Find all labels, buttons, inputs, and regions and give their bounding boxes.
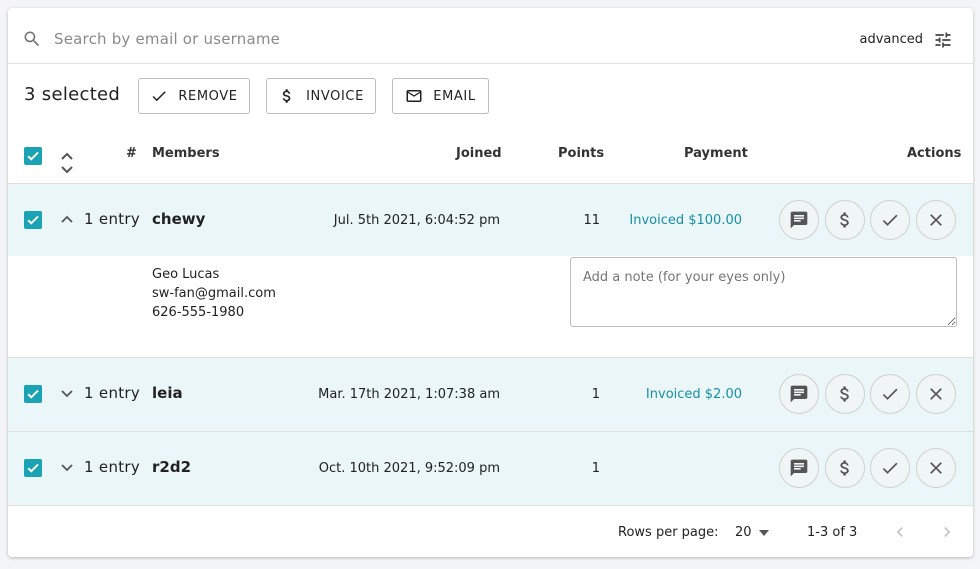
invoice-label: INVOICE xyxy=(306,88,364,104)
chevron-down-icon[interactable] xyxy=(59,386,75,402)
approve-button[interactable] xyxy=(870,448,910,488)
payment-status: Invoiced $100.00 xyxy=(629,213,742,228)
dollar-icon xyxy=(840,212,849,228)
pagination-bar: Rows per page: 20 1-3 of 3 xyxy=(8,505,973,557)
entry-count: 1 entry xyxy=(84,210,141,228)
dollar-icon xyxy=(840,460,849,476)
row-checkbox[interactable] xyxy=(24,459,42,477)
search-bar: Search by email or username advanced xyxy=(8,8,973,64)
comment-button[interactable] xyxy=(779,200,819,240)
chevron-down-icon[interactable] xyxy=(758,528,770,538)
header-actions: Actions xyxy=(907,146,962,161)
member-username: chewy xyxy=(152,210,206,228)
table-row[interactable]: 1 entry leia Mar. 17th 2021, 1:07:38 am … xyxy=(8,358,973,432)
check-icon xyxy=(27,151,39,161)
check-icon xyxy=(882,214,898,226)
comment-button[interactable] xyxy=(779,374,819,414)
entry-count: 1 entry xyxy=(84,458,141,476)
member-detail-panel: Geo Lucas sw-fan@gmail.com 626-555-1980 xyxy=(8,256,973,358)
dollar-icon xyxy=(840,386,849,402)
bulk-actions-toolbar: 3 selected REMOVE INVOICE EMAIL xyxy=(8,64,973,132)
close-icon xyxy=(930,462,942,474)
member-phone: 626-555-1980 xyxy=(152,305,245,320)
comment-button[interactable] xyxy=(779,448,819,488)
joined-date: Jul. 5th 2021, 6:04:52 pm xyxy=(333,213,500,228)
comment-icon xyxy=(790,385,808,403)
entry-count: 1 entry xyxy=(84,384,141,402)
email-label: EMAIL xyxy=(433,88,476,104)
check-icon xyxy=(27,389,39,399)
close-icon xyxy=(930,214,942,226)
chevron-up-icon[interactable] xyxy=(59,211,75,227)
header-number: # xyxy=(126,146,137,161)
check-icon xyxy=(882,388,898,400)
points-value: 1 xyxy=(591,387,600,402)
points-value: 11 xyxy=(583,213,600,228)
approve-button[interactable] xyxy=(870,374,910,414)
members-table-card: Search by email or username advanced 3 s… xyxy=(8,8,973,557)
row-checkbox[interactable] xyxy=(24,385,42,403)
joined-date: Oct. 10th 2021, 9:52:09 pm xyxy=(318,461,500,476)
table-row[interactable]: 1 entry chewy Jul. 5th 2021, 6:04:52 pm … xyxy=(8,184,973,256)
remove-label: REMOVE xyxy=(178,88,238,104)
member-username: r2d2 xyxy=(152,458,192,476)
selected-count: 3 selected xyxy=(24,84,121,105)
member-full-name: Geo Lucas xyxy=(152,267,220,282)
page-range: 1-3 of 3 xyxy=(807,525,858,540)
row-checkbox[interactable] xyxy=(24,211,42,229)
header-joined: Joined xyxy=(456,146,502,161)
search-input[interactable]: Search by email or username xyxy=(54,30,280,48)
close-icon xyxy=(930,388,942,400)
dollar-icon xyxy=(282,89,291,103)
note-field[interactable] xyxy=(570,257,957,327)
comment-icon xyxy=(790,211,808,229)
select-all-checkbox[interactable] xyxy=(24,147,42,165)
check-icon xyxy=(27,215,39,225)
invoice-action-button[interactable] xyxy=(825,374,865,414)
rows-per-page-label: Rows per page: xyxy=(618,525,719,540)
reject-button[interactable] xyxy=(916,200,956,240)
sort-icon[interactable] xyxy=(58,151,76,175)
check-icon xyxy=(882,462,898,474)
table-header: # Members Joined Points Payment Actions xyxy=(8,132,973,184)
table-row[interactable]: 1 entry r2d2 Oct. 10th 2021, 9:52:09 pm … xyxy=(8,432,973,505)
header-points: Points xyxy=(558,146,605,161)
mail-icon xyxy=(406,90,422,102)
advanced-search-link[interactable]: advanced xyxy=(859,32,923,47)
comment-icon xyxy=(790,459,808,477)
payment-status: Invoiced $2.00 xyxy=(645,387,742,402)
next-page-icon[interactable] xyxy=(937,522,957,542)
prev-page-icon[interactable] xyxy=(890,522,910,542)
check-icon xyxy=(152,91,167,102)
points-value: 1 xyxy=(591,461,600,476)
tune-icon[interactable] xyxy=(933,30,953,50)
invoice-button[interactable]: INVOICE xyxy=(266,78,376,114)
search-icon xyxy=(24,31,40,47)
rows-per-page-select[interactable]: 20 xyxy=(735,525,752,540)
approve-button[interactable] xyxy=(870,200,910,240)
invoice-action-button[interactable] xyxy=(825,448,865,488)
check-icon xyxy=(27,463,39,473)
reject-button[interactable] xyxy=(916,374,956,414)
email-button[interactable]: EMAIL xyxy=(392,78,489,114)
header-payment: Payment xyxy=(684,146,748,161)
member-email: sw-fan@gmail.com xyxy=(152,286,276,301)
joined-date: Mar. 17th 2021, 1:07:38 am xyxy=(318,387,500,402)
header-members: Members xyxy=(152,146,220,161)
invoice-action-button[interactable] xyxy=(825,200,865,240)
chevron-down-icon[interactable] xyxy=(59,460,75,476)
member-username: leia xyxy=(152,384,183,402)
reject-button[interactable] xyxy=(916,448,956,488)
remove-button[interactable]: REMOVE xyxy=(138,78,250,114)
